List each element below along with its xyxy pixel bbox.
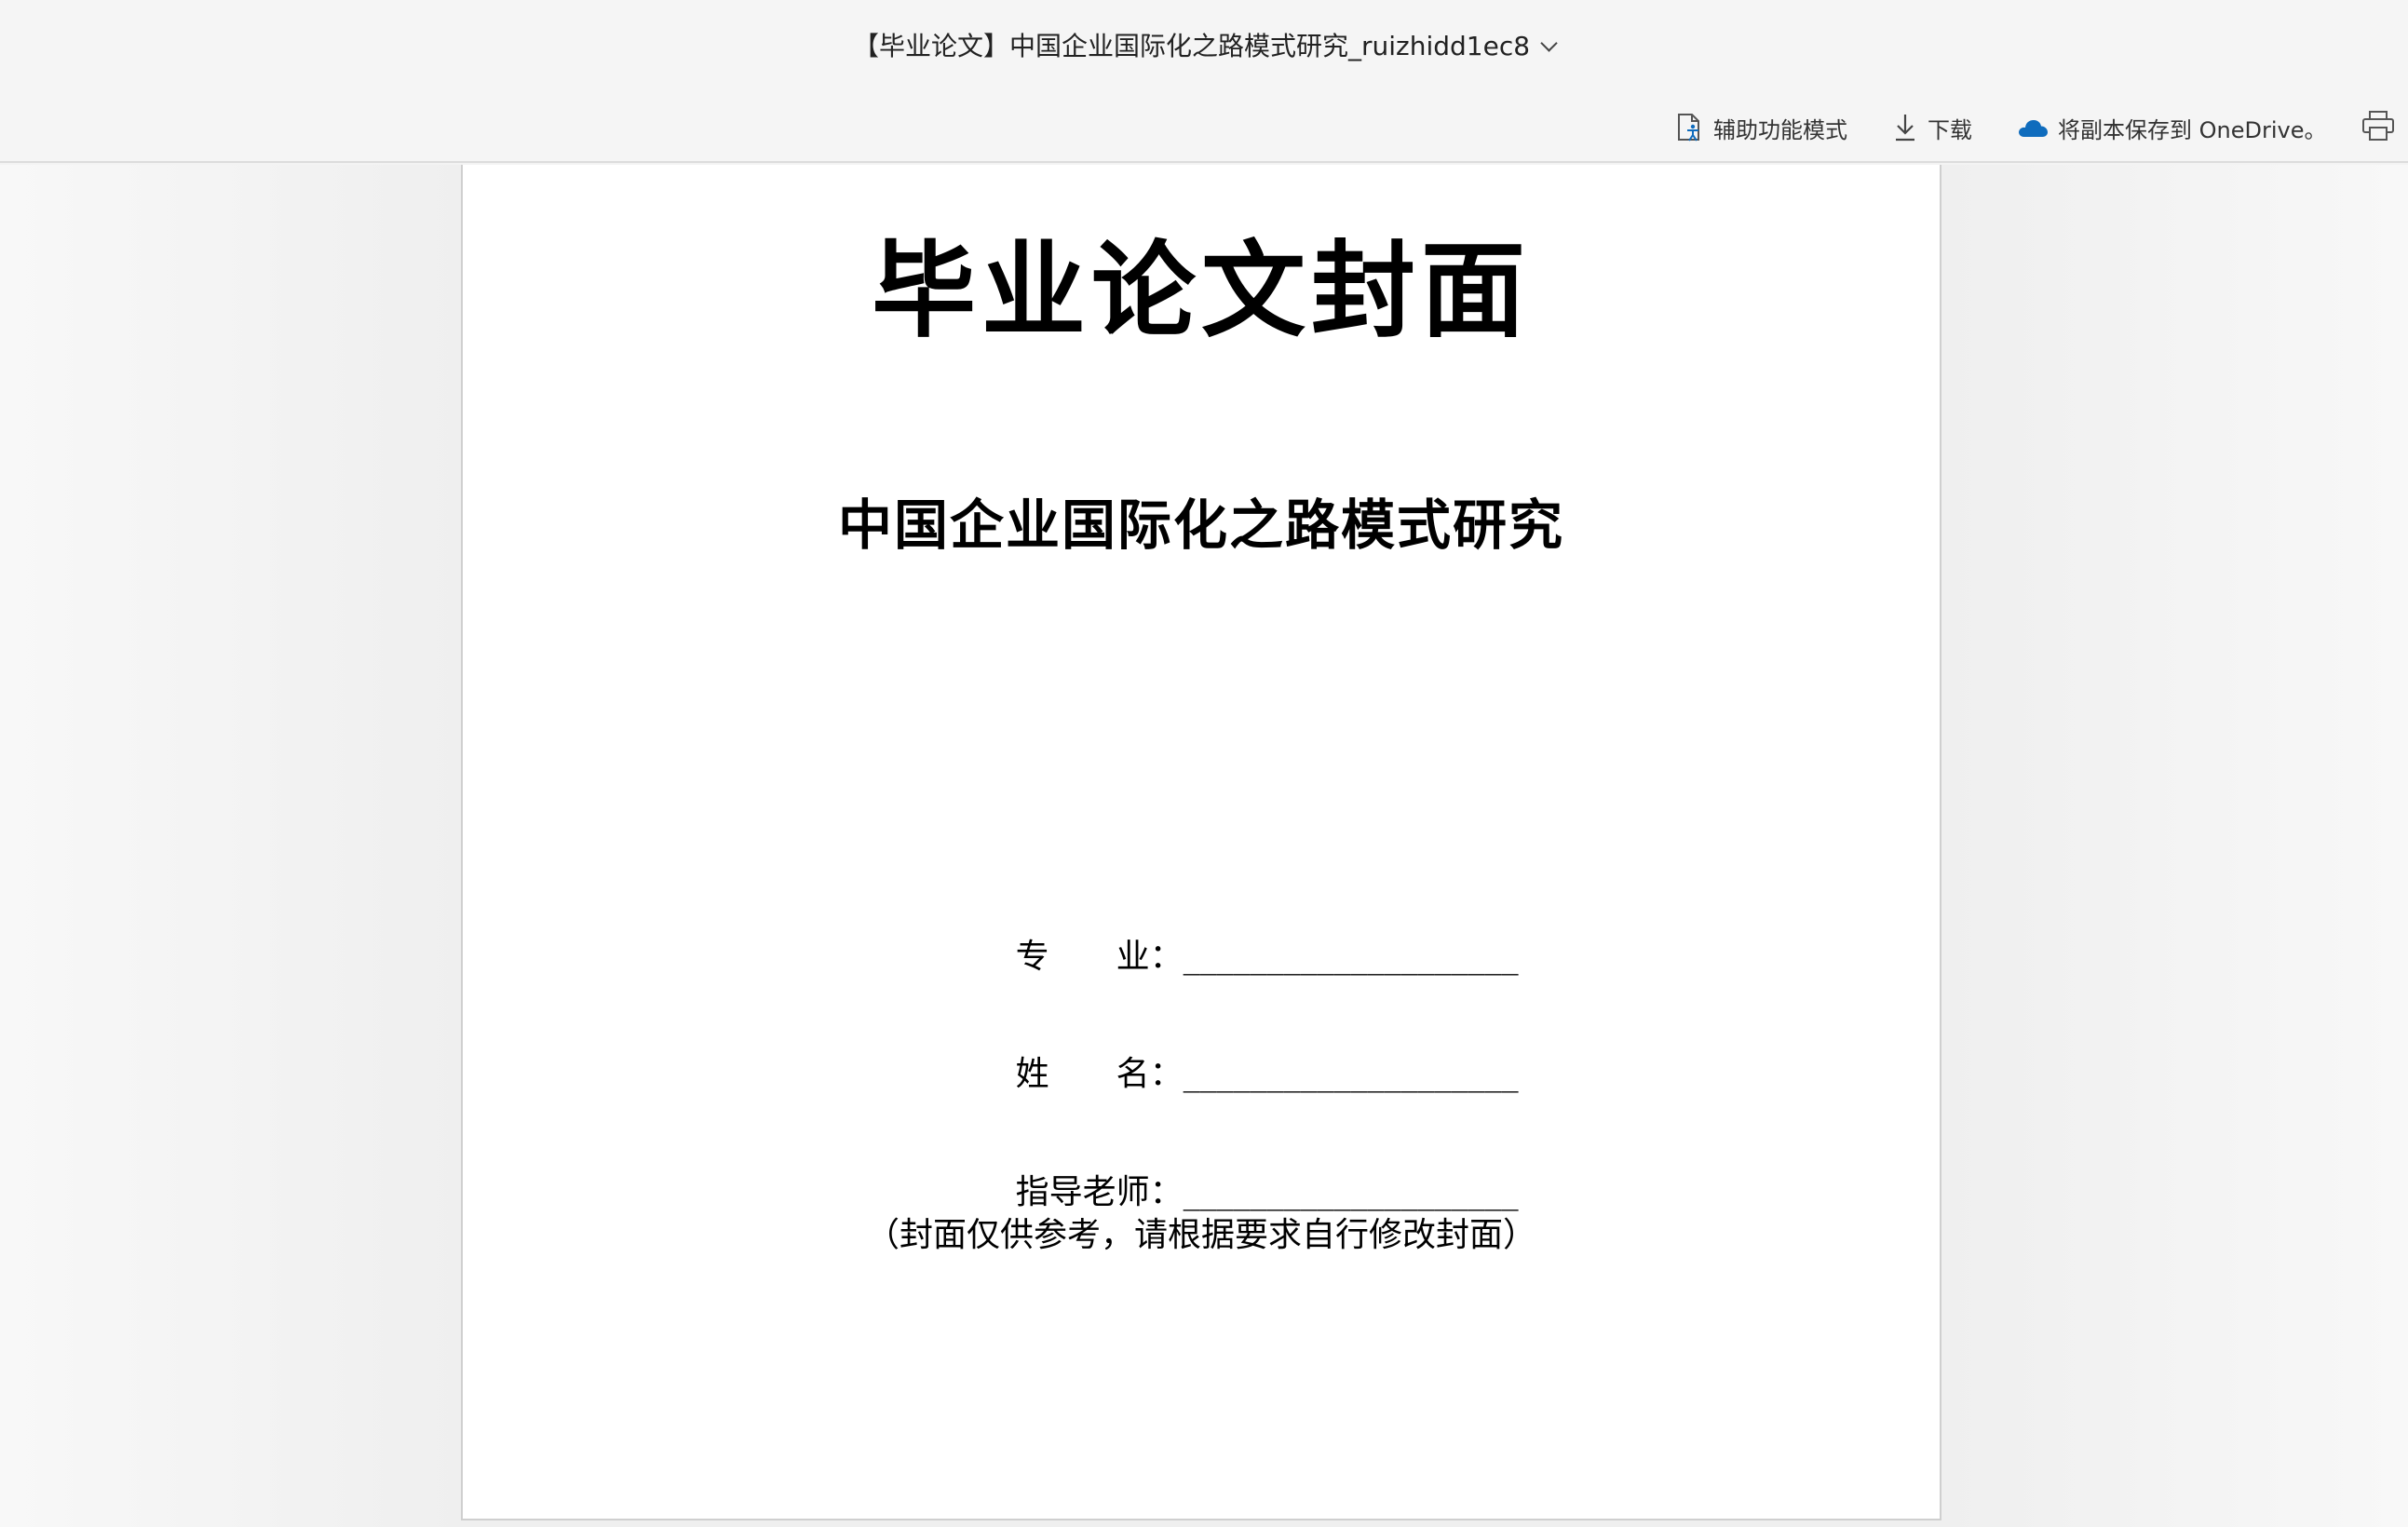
- download-label: 下载: [1928, 116, 1972, 143]
- document-page: 毕业论文封面 中国企业国际化之路模式研究 专 业：_______________…: [461, 165, 1941, 1520]
- top-bar: 【毕业论文】中国企业国际化之路模式研究_ruizhidd1ec8 辅助功能模式: [0, 0, 2408, 163]
- cover-title: 毕业论文封面: [872, 230, 1531, 352]
- field-advisor-label: 指导老师：: [1015, 1173, 1184, 1211]
- save-to-onedrive-button[interactable]: 将副本保存到 OneDrive。: [2017, 112, 2326, 144]
- toolbar: 辅助功能模式 下载 将副本保存到 OneDrive。: [1676, 104, 2371, 151]
- onedrive-cloud-icon: [2017, 116, 2049, 139]
- download-button[interactable]: 下载: [1892, 112, 1972, 144]
- document-title-button[interactable]: 【毕业论文】中国企业国际化之路模式研究_ruizhidd1ec8: [844, 26, 1564, 67]
- accessibility-mode-label: 辅助功能模式: [1713, 116, 1847, 143]
- accessibility-mode-button[interactable]: 辅助功能模式: [1676, 112, 1847, 144]
- field-major: 专 业：____________________: [952, 891, 1519, 1016]
- field-major-blank: ____________________: [1183, 938, 1519, 976]
- print-icon: [2361, 111, 2395, 145]
- save-to-onedrive-label: 将副本保存到 OneDrive。: [2058, 116, 2327, 143]
- cover-note: （封面仅供参考，请根据要求自行修改封面）: [865, 1216, 1536, 1254]
- field-name-label: 姓 名：: [1015, 1055, 1184, 1093]
- document-title: 【毕业论文】中国企业国际化之路模式研究_ruizhidd1ec8: [852, 31, 1531, 61]
- accessibility-icon: [1676, 113, 1704, 142]
- title-area: 【毕业论文】中国企业国际化之路模式研究_ruizhidd1ec8: [0, 26, 2408, 67]
- download-icon: [1892, 113, 1918, 142]
- chevron-down-icon: [1540, 34, 1558, 52]
- field-major-label: 专 业：: [1015, 938, 1184, 976]
- field-name-blank: ____________________: [1183, 1055, 1519, 1093]
- field-advisor-blank: ____________________: [1183, 1173, 1519, 1211]
- print-button[interactable]: [2361, 110, 2408, 147]
- field-name: 姓 名：____________________: [952, 1008, 1519, 1133]
- document-canvas[interactable]: 毕业论文封面 中国企业国际化之路模式研究 专 业：_______________…: [0, 165, 2408, 1527]
- thesis-title: 中国企业国际化之路模式研究: [837, 493, 1564, 557]
